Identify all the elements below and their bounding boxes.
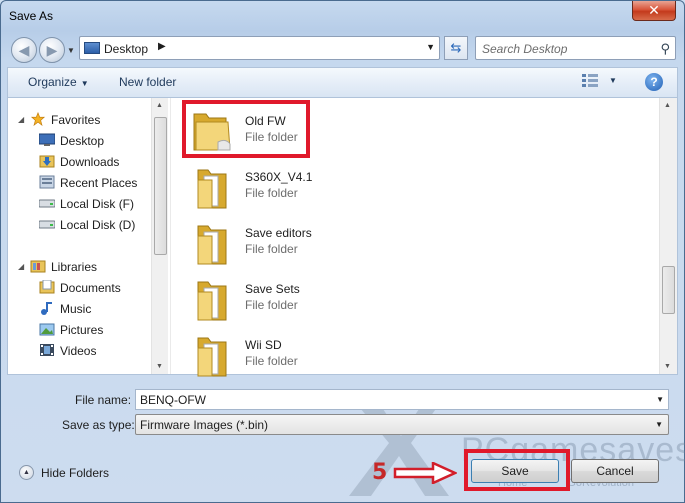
libraries-label: Libraries bbox=[51, 260, 98, 274]
hide-folders-label: Hide Folders bbox=[41, 466, 110, 480]
drive-icon bbox=[39, 220, 55, 229]
folder-icon bbox=[197, 337, 227, 377]
forward-arrow-icon: ▶ bbox=[46, 42, 58, 58]
list-item[interactable]: Save Sets File folder bbox=[188, 272, 388, 326]
pictures-icon bbox=[39, 323, 55, 336]
chevron-up-icon: ▲ bbox=[19, 465, 34, 480]
command-toolbar: Organize ▼ New folder ▼ ? bbox=[7, 67, 678, 97]
address-row: ◀ ▶ ▼ Desktop ▶ ▼ ⇆ Search Desktop ⚲ bbox=[1, 33, 684, 63]
recent-places-icon bbox=[39, 175, 55, 189]
close-icon: ✕ bbox=[648, 2, 660, 18]
favorites-label: Favorites bbox=[51, 113, 101, 127]
file-name-label: File name: bbox=[75, 393, 132, 407]
list-item[interactable]: S360X_V4.1 File folder bbox=[188, 160, 388, 214]
save-as-type-select[interactable]: Firmware Images (*.bin) ▼ bbox=[135, 414, 669, 435]
step-number-annotation: 5 bbox=[372, 460, 388, 485]
nav-pane-scrollbar[interactable]: ▲ ▼ bbox=[151, 98, 168, 374]
sidebar-item-label: Music bbox=[60, 302, 92, 316]
drive-icon bbox=[39, 199, 55, 208]
file-name-field[interactable]: BENQ-OFW ▼ bbox=[135, 389, 669, 410]
highlight-box bbox=[182, 100, 310, 158]
sidebar-item-label: Documents bbox=[60, 281, 121, 295]
scroll-up-icon[interactable]: ▲ bbox=[664, 102, 671, 109]
folder-icon bbox=[197, 225, 227, 265]
address-location[interactable]: Desktop bbox=[104, 42, 148, 56]
address-dropdown-icon[interactable]: ▼ bbox=[426, 42, 435, 52]
sidebar-item-label: Recent Places bbox=[60, 176, 138, 190]
videos-icon bbox=[40, 344, 54, 356]
file-name: Save Sets bbox=[245, 282, 300, 296]
title-bar: Save As ✕ bbox=[1, 1, 684, 31]
recent-locations-dropdown[interactable]: ▼ bbox=[67, 46, 75, 55]
new-folder-button[interactable]: New folder bbox=[119, 75, 176, 89]
search-placeholder: Search Desktop bbox=[482, 42, 568, 56]
save-as-dialog: Save As ✕ ◀ ▶ ▼ Desktop ▶ ▼ ⇆ Search Des… bbox=[0, 0, 685, 503]
sidebar-item-label: Videos bbox=[60, 344, 97, 358]
folder-icon bbox=[197, 169, 227, 209]
scroll-up-icon[interactable]: ▲ bbox=[156, 102, 163, 109]
search-input[interactable]: Search Desktop ⚲ bbox=[475, 36, 676, 60]
chevron-down-icon[interactable]: ▼ bbox=[655, 420, 663, 429]
save-as-type-label: Save as type: bbox=[62, 418, 135, 432]
navigation-pane: ◢ Favorites Desktop Downloads Recent Pla… bbox=[8, 98, 170, 374]
file-list-scrollbar[interactable]: ▲ ▼ bbox=[659, 98, 677, 374]
file-type: File folder bbox=[245, 242, 298, 256]
sidebar-item-label: Local Disk (D) bbox=[60, 218, 136, 232]
hide-folders-button[interactable]: ▲ Hide Folders bbox=[19, 464, 119, 482]
file-type: File folder bbox=[245, 298, 298, 312]
views-icon[interactable] bbox=[582, 74, 598, 88]
scroll-thumb[interactable] bbox=[662, 266, 675, 314]
scroll-thumb[interactable] bbox=[154, 117, 167, 255]
documents-icon bbox=[39, 280, 55, 294]
file-name: Save editors bbox=[245, 226, 312, 240]
file-name: Wii SD bbox=[245, 338, 282, 352]
sidebar-item-label: Local Disk (F) bbox=[60, 197, 135, 211]
list-item[interactable]: Save editors File folder bbox=[188, 216, 388, 270]
desktop-icon bbox=[39, 133, 55, 146]
scroll-down-icon[interactable]: ▼ bbox=[664, 363, 671, 370]
arrow-right-icon bbox=[393, 462, 457, 484]
back-button[interactable]: ◀ bbox=[11, 37, 37, 63]
search-icon[interactable]: ⚲ bbox=[660, 41, 670, 57]
collapse-arrow-icon[interactable]: ◢ bbox=[18, 262, 24, 271]
address-bar[interactable]: Desktop ▶ ▼ bbox=[79, 36, 440, 60]
file-name-value: BENQ-OFW bbox=[140, 393, 206, 407]
file-name: S360X_V4.1 bbox=[245, 170, 313, 184]
back-arrow-icon: ◀ bbox=[18, 42, 30, 58]
cancel-button[interactable]: Cancel bbox=[571, 459, 659, 483]
chevron-right-icon[interactable]: ▶ bbox=[158, 41, 166, 52]
file-type: File folder bbox=[245, 186, 298, 200]
window-title: Save As bbox=[9, 9, 54, 23]
sidebar-item-label: Downloads bbox=[60, 155, 120, 169]
libraries-icon bbox=[30, 260, 46, 273]
file-list: Old FW File folder S360X_V4.1 File folde… bbox=[174, 98, 658, 377]
refresh-icon: ⇆ bbox=[450, 40, 462, 55]
downloads-icon bbox=[39, 155, 55, 168]
save-as-type-value: Firmware Images (*.bin) bbox=[140, 418, 269, 432]
star-icon bbox=[30, 112, 46, 126]
desktop-location-icon bbox=[84, 42, 100, 54]
help-icon[interactable]: ? bbox=[645, 73, 663, 91]
collapse-arrow-icon[interactable]: ◢ bbox=[18, 115, 24, 124]
music-icon bbox=[41, 302, 52, 315]
folder-icon bbox=[197, 281, 227, 321]
scroll-down-icon[interactable]: ▼ bbox=[156, 363, 163, 370]
sidebar-item-label: Desktop bbox=[60, 134, 105, 148]
views-dropdown-icon[interactable]: ▼ bbox=[609, 76, 617, 85]
forward-button[interactable]: ▶ bbox=[39, 37, 65, 63]
close-button[interactable]: ✕ bbox=[632, 1, 676, 21]
list-item[interactable]: Wii SD File folder bbox=[188, 328, 388, 382]
chevron-down-icon[interactable]: ▼ bbox=[656, 395, 664, 404]
organize-button[interactable]: Organize ▼ bbox=[28, 75, 89, 89]
sidebar-item-label: Pictures bbox=[60, 323, 104, 337]
browser-content: ◢ Favorites Desktop Downloads Recent Pla… bbox=[7, 97, 678, 377]
organize-label: Organize bbox=[28, 75, 77, 89]
refresh-button[interactable]: ⇆ bbox=[444, 36, 468, 60]
caret-down-icon: ▼ bbox=[80, 79, 89, 88]
file-type: File folder bbox=[245, 354, 298, 368]
highlight-box bbox=[464, 449, 570, 491]
